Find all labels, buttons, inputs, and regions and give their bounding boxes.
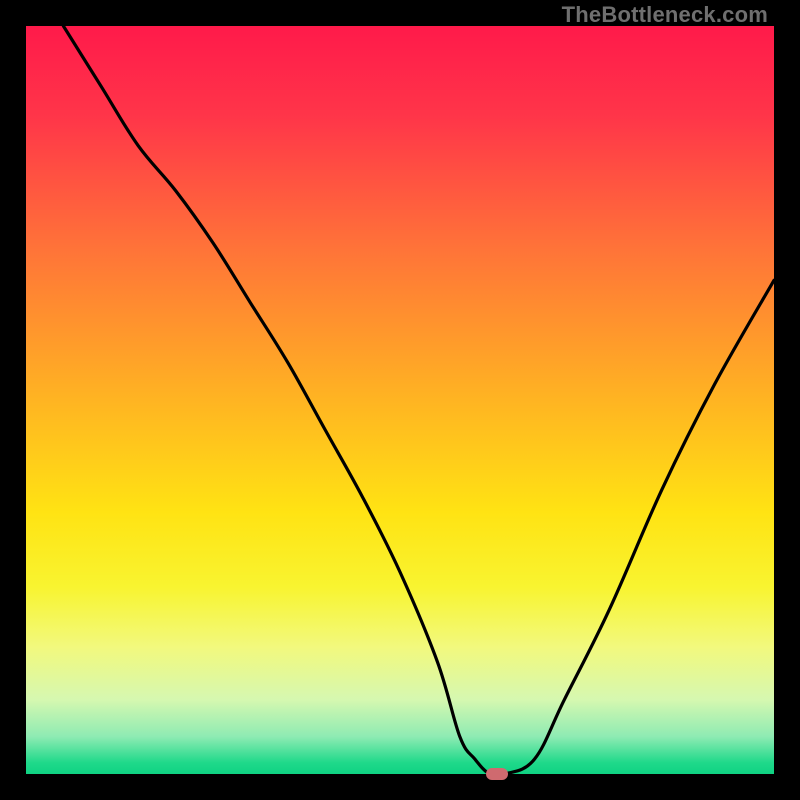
chart-frame: TheBottleneck.com [0,0,800,800]
bottleneck-curve [63,26,774,774]
curve-layer [26,26,774,774]
optimum-marker [486,768,508,779]
plot-area [26,26,774,774]
watermark-text: TheBottleneck.com [562,2,768,28]
